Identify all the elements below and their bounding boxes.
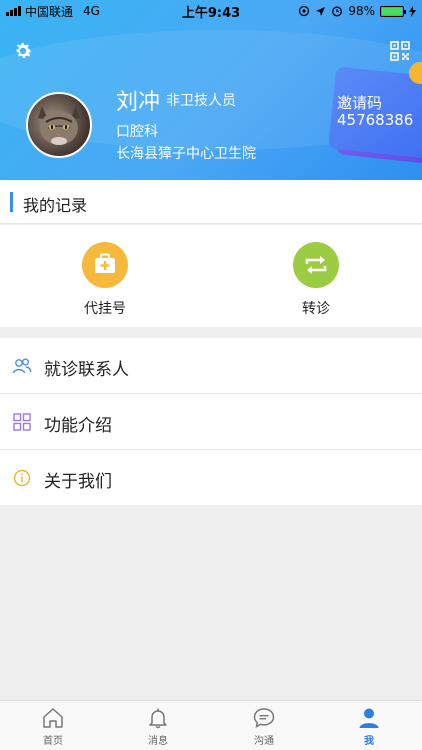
carrier-label: 中国联通 (25, 4, 74, 19)
bell-icon (149, 708, 167, 729)
grid-icon (13, 413, 31, 431)
alarm-icon (332, 6, 343, 17)
home-icon (43, 708, 63, 728)
location-arrow-icon (316, 6, 326, 16)
tab-home[interactable]: 首页 (23, 707, 83, 747)
record-proxy-registration[interactable]: 代挂号 (55, 242, 155, 318)
invite-code: 45768386 (337, 111, 414, 129)
tab-me[interactable]: 我 (339, 707, 399, 747)
records-title: 我的记录 (23, 196, 88, 215)
battery-percent: 98% (348, 4, 375, 18)
avatar[interactable] (26, 92, 92, 158)
cat-photo-icon (38, 106, 80, 145)
user-role: 非卫技人员 (166, 93, 236, 109)
settings-menu: 就诊联系人 功能介绍 关于我们 (0, 338, 422, 505)
clock: 上午9:43 (181, 5, 241, 21)
user-hospital: 长海县獐子中心卫生院 (116, 146, 256, 162)
record-label: 转诊 (302, 301, 330, 317)
user-department: 口腔科 (116, 124, 158, 140)
info-icon (13, 469, 31, 487)
qr-code-icon[interactable] (390, 41, 410, 61)
menu-item-about-us[interactable]: 关于我们 (0, 450, 422, 506)
record-label: 代挂号 (84, 301, 126, 317)
menu-label: 功能介绍 (44, 416, 112, 436)
tab-label: 消息 (148, 736, 168, 747)
tab-chat[interactable]: 沟通 (234, 707, 294, 747)
records-section-header: 我的记录 (0, 180, 422, 224)
settings-gear-icon[interactable] (12, 40, 34, 62)
menu-item-visit-contacts[interactable]: 就诊联系人 (0, 338, 422, 394)
network-label: 4G (83, 4, 100, 18)
medical-kit-icon (82, 242, 128, 288)
bottom-tab-bar: 首页 消息 沟通 我 (0, 700, 422, 750)
menu-label: 就诊联系人 (44, 360, 129, 380)
battery-icon (380, 5, 406, 17)
contacts-icon (12, 358, 32, 374)
record-referral[interactable]: 转诊 (266, 242, 366, 318)
user-icon (359, 708, 379, 728)
tab-label: 我 (364, 736, 374, 747)
menu-item-feature-intro[interactable]: 功能介绍 (0, 394, 422, 450)
charging-icon (409, 5, 416, 17)
transfer-icon (293, 242, 339, 288)
section-accent-bar (10, 192, 13, 212)
invite-label: 邀请码 (337, 94, 383, 112)
records-grid: 代挂号 转诊 (0, 225, 422, 327)
tab-messages[interactable]: 消息 (128, 707, 188, 747)
lock-rotation-icon (299, 5, 310, 17)
tab-label: 沟通 (254, 736, 274, 747)
user-name: 刘冲 (116, 90, 161, 115)
chat-icon (253, 708, 275, 728)
menu-label: 关于我们 (44, 472, 112, 492)
signal-icon (6, 6, 21, 16)
tab-label: 首页 (43, 736, 63, 747)
status-bar: 中国联通 4G 上午9:43 98% (0, 0, 422, 22)
